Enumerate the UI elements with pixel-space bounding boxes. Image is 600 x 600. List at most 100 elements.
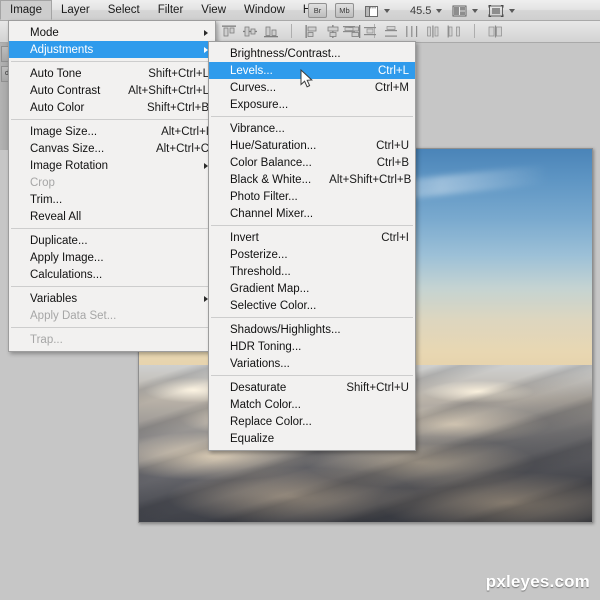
auto-align-layers-icon[interactable] xyxy=(488,25,503,38)
adjustments-menu-item-channel-mixer[interactable]: Channel Mixer... xyxy=(209,205,415,222)
adjustments-menu-item-photo-filter[interactable]: Photo Filter... xyxy=(209,188,415,205)
adjustments-menu-item-equalize[interactable]: Equalize xyxy=(209,430,415,447)
adjustments-menu-item-black-white[interactable]: Black & White... Alt+Shift+Ctrl+B xyxy=(209,171,415,188)
image-menu-item-label: Auto Color xyxy=(30,101,85,114)
adjustments-submenu-dropdown[interactable]: Brightness/Contrast... Levels... Ctrl+L Cur… xyxy=(208,41,416,451)
adjustments-menu-divider xyxy=(211,116,413,117)
adjustments-menu-item-shadows-highlights[interactable]: Shadows/Highlights... xyxy=(209,321,415,338)
distribute-top-edges-icon[interactable] xyxy=(342,25,356,38)
image-menu-item-label: Apply Image... xyxy=(30,251,104,264)
arrange-documents-control[interactable] xyxy=(452,4,479,18)
image-menu-item-auto-tone[interactable]: Auto Tone Shift+Ctrl+L xyxy=(9,65,215,82)
adjustments-menu-item-gradient-map[interactable]: Gradient Map... xyxy=(209,280,415,297)
view-extras-control[interactable] xyxy=(364,4,390,18)
distribute-bottom-edges-icon[interactable] xyxy=(384,25,398,38)
menu-select[interactable]: Select xyxy=(99,0,149,20)
image-menu-divider xyxy=(11,286,213,287)
distribute-horizontal-centers-icon[interactable] xyxy=(426,25,440,38)
image-menu-item-crop: Crop xyxy=(9,174,215,191)
menu-layer[interactable]: Layer xyxy=(52,0,99,20)
distribute-left-edges-icon[interactable] xyxy=(405,25,419,38)
adjustments-menu-item-exposure[interactable]: Exposure... xyxy=(209,96,415,113)
image-menu-item-adjustments[interactable]: Adjustments xyxy=(9,41,215,58)
adjustments-menu-item-hdr-toning[interactable]: HDR Toning... xyxy=(209,338,415,355)
adjustments-menu-item-shortcut: Shift+Ctrl+U xyxy=(346,381,409,394)
adjustments-menu-item-label: Invert xyxy=(230,231,259,244)
align-left-edges-icon[interactable] xyxy=(305,24,319,38)
image-menu-item-mode[interactable]: Mode xyxy=(9,24,215,41)
image-menu-item-duplicate[interactable]: Duplicate... xyxy=(9,232,215,249)
zoom-dropdown-chevron-icon[interactable] xyxy=(436,8,443,13)
submenu-arrow-icon xyxy=(204,29,208,36)
watermark: pxleyes.com xyxy=(485,572,590,591)
image-menu-item-label: Duplicate... xyxy=(30,234,88,247)
adjustments-menu-item-shortcut: Ctrl+B xyxy=(376,156,409,169)
adjustments-menu-item-brightness-contrast[interactable]: Brightness/Contrast... xyxy=(209,45,415,62)
image-menu-dropdown[interactable]: Mode Adjustments Auto Tone Shift+Ctrl+L Auto… xyxy=(8,20,216,352)
adjustments-menu-item-shortcut: Ctrl+L xyxy=(378,64,409,77)
image-menu-item-trap: Trap... xyxy=(9,331,215,348)
image-menu-item-image-size[interactable]: Image Size... Alt+Ctrl+I xyxy=(9,123,215,140)
image-menu-item-label: Reveal All xyxy=(30,210,82,223)
image-menu-item-auto-contrast[interactable]: Auto Contrast Alt+Shift+Ctrl+L xyxy=(9,82,215,99)
adjustments-menu-item-label: Photo Filter... xyxy=(230,190,298,203)
adjustments-menu-item-selective-color[interactable]: Selective Color... xyxy=(209,297,415,314)
adjustments-menu-item-invert[interactable]: Invert Ctrl+I xyxy=(209,229,415,246)
adjustments-menu-item-vibrance[interactable]: Vibrance... xyxy=(209,120,415,137)
image-menu-item-trim[interactable]: Trim... xyxy=(9,191,215,208)
adjustments-menu-divider xyxy=(211,225,413,226)
adjustments-menu-item-replace-color[interactable]: Replace Color... xyxy=(209,413,415,430)
arrange-chevron-down-icon xyxy=(472,8,479,13)
image-menu-item-variables[interactable]: Variables xyxy=(9,290,215,307)
image-menu-item-reveal-all[interactable]: Reveal All xyxy=(9,208,215,225)
menu-window[interactable]: Window xyxy=(235,0,294,20)
bridge-button[interactable]: Br xyxy=(308,3,327,18)
adjustments-menu-divider xyxy=(211,317,413,318)
image-menu-item-apply-image[interactable]: Apply Image... xyxy=(9,249,215,266)
image-menu-item-image-rotation[interactable]: Image Rotation xyxy=(9,157,215,174)
adjustments-menu-item-threshold[interactable]: Threshold... xyxy=(209,263,415,280)
adjustments-menu-item-desaturate[interactable]: Desaturate Shift+Ctrl+U xyxy=(209,379,415,396)
distribute-vertical-centers-icon[interactable] xyxy=(363,25,377,38)
adjustments-menu-item-curves[interactable]: Curves... Ctrl+M xyxy=(209,79,415,96)
arrange-documents-icon xyxy=(452,5,467,16)
align-top-edges-icon[interactable] xyxy=(222,25,236,38)
image-menu-item-canvas-size[interactable]: Canvas Size... Alt+Ctrl+C xyxy=(9,140,215,157)
adjustments-menu-item-color-balance[interactable]: Color Balance... Ctrl+B xyxy=(209,154,415,171)
toolbar-separator-1 xyxy=(291,24,292,38)
adjustments-menu-item-match-color[interactable]: Match Color... xyxy=(209,396,415,413)
image-menu-item-label: Trim... xyxy=(30,193,63,206)
align-horizontal-centers-icon[interactable] xyxy=(326,24,340,38)
image-menu-item-calculations[interactable]: Calculations... xyxy=(9,266,215,283)
adjustments-menu-item-levels[interactable]: Levels... Ctrl+L xyxy=(209,62,415,79)
adjustments-menu-item-posterize[interactable]: Posterize... xyxy=(209,246,415,263)
image-menu-item-apply-data-set: Apply Data Set... xyxy=(9,307,215,324)
menu-view[interactable]: View xyxy=(192,0,235,20)
image-menu-item-shortcut: Shift+Ctrl+L xyxy=(148,67,209,80)
adjustments-menu-item-label: Desaturate xyxy=(230,381,287,394)
adjustments-menu-item-hue-saturation[interactable]: Hue/Saturation... Ctrl+U xyxy=(209,137,415,154)
mini-bridge-button[interactable]: Mb xyxy=(335,3,354,18)
image-menu-divider xyxy=(11,61,213,62)
chevron-down-icon xyxy=(384,8,390,13)
align-bottom-edges-icon[interactable] xyxy=(264,25,278,38)
menu-filter[interactable]: Filter xyxy=(149,0,193,20)
adjustments-menu-item-variations[interactable]: Variations... xyxy=(209,355,415,372)
image-menu-item-label: Trap... xyxy=(30,333,63,346)
adjustments-menu-item-label: Threshold... xyxy=(230,265,291,278)
image-menu-item-label: Adjustments xyxy=(30,43,94,56)
menu-image[interactable]: Image xyxy=(0,0,52,20)
image-menu-item-label: Variables xyxy=(30,292,78,305)
image-menu-item-label: Image Size... xyxy=(30,125,98,138)
zoom-level-value: 45.5 xyxy=(410,4,432,17)
adjustments-menu-item-shortcut: Ctrl+I xyxy=(381,231,409,244)
screen-mode-icon xyxy=(488,4,504,17)
adjustments-menu-item-label: Posterize... xyxy=(230,248,288,261)
adjustments-menu-item-label: Levels... xyxy=(230,64,273,77)
distribute-button-group xyxy=(342,24,503,38)
distribute-right-edges-icon[interactable] xyxy=(447,25,461,38)
screen-mode-control[interactable] xyxy=(488,4,516,18)
image-menu-item-auto-color[interactable]: Auto Color Shift+Ctrl+B xyxy=(9,99,215,116)
align-vertical-centers-icon[interactable] xyxy=(243,25,257,38)
adjustments-menu-item-label: Black & White... xyxy=(230,173,312,186)
